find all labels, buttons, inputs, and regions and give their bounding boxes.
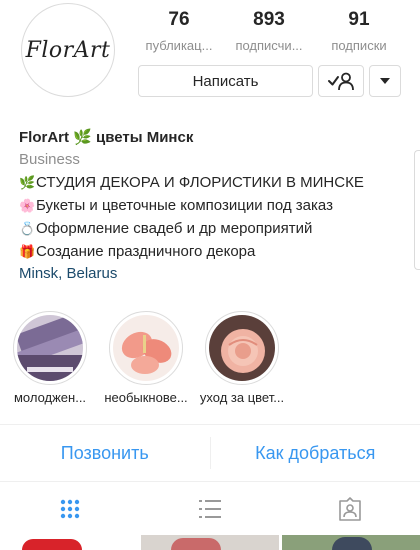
bio-line-text: Букеты и цветочные композиции под заказ xyxy=(36,197,333,214)
grid-post[interactable] xyxy=(141,535,279,550)
highlight-label: молоджен... xyxy=(13,390,87,405)
location-link[interactable]: Minsk, Belarus xyxy=(19,263,414,285)
profile-stats: 76 публикац... 893 подписчи... 91 подпис… xyxy=(134,8,404,60)
stat-posts-value: 76 xyxy=(168,9,190,30)
gift-icon: 🎁 xyxy=(19,244,36,259)
grid-icon xyxy=(60,499,80,519)
stat-followers[interactable]: 893 подписчи... xyxy=(224,8,314,60)
tab-grid[interactable] xyxy=(0,483,140,535)
ring-icon: 💍 xyxy=(19,221,36,236)
highlight-image-lavender xyxy=(17,315,83,381)
stat-posts-label: публикац... xyxy=(145,38,213,53)
stat-following[interactable]: 91 подписки xyxy=(314,8,404,60)
bio-line-text: Оформление свадеб и др мероприятий xyxy=(36,220,313,237)
profile-bio: FlorArt 🌿 цветы Минск Business 🌿СТУДИЯ Д… xyxy=(19,127,414,285)
profile-avatar[interactable]: FlorArt xyxy=(21,3,115,97)
bio-line: 🌸Букеты и цветочные композиции под заказ xyxy=(19,194,414,217)
grid-post[interactable] xyxy=(282,535,420,550)
highlight-label: необыкнове... xyxy=(104,390,188,405)
highlight-label: уход за цвет... xyxy=(199,390,285,405)
stat-followers-value: 893 xyxy=(253,9,285,30)
bio-line-text: Создание праздничного декора xyxy=(36,243,256,260)
tab-list[interactable] xyxy=(140,483,280,535)
highlight-image-anthurium xyxy=(113,315,179,381)
tagged-icon xyxy=(339,497,361,521)
grid-post[interactable] xyxy=(0,535,138,550)
stat-following-value: 91 xyxy=(348,9,370,30)
contact-action-bar: Позвонить Как добраться xyxy=(0,424,420,482)
highlight-item[interactable]: уход за цвет... xyxy=(194,311,290,405)
directions-button[interactable]: Как добраться xyxy=(211,425,420,481)
list-icon xyxy=(199,500,221,518)
highlight-ring xyxy=(205,311,279,385)
stat-followers-label: подписчи... xyxy=(235,38,303,53)
stat-posts[interactable]: 76 публикац... xyxy=(134,8,224,60)
highlight-item[interactable]: необыкнове... xyxy=(98,311,194,405)
highlight-item[interactable]: молоджен... xyxy=(2,311,98,405)
highlight-image-rose xyxy=(209,315,275,381)
chevron-down-icon xyxy=(380,78,390,84)
post-grid-preview xyxy=(0,535,420,550)
message-button[interactable]: Написать xyxy=(138,65,313,97)
highlight-ring xyxy=(109,311,183,385)
leaf-icon: 🌿 xyxy=(19,175,36,190)
highlight-ring xyxy=(13,311,87,385)
more-options-button[interactable] xyxy=(369,65,401,97)
bio-line: 🎁Создание праздничного декора xyxy=(19,240,414,263)
profile-name: FlorArt 🌿 цветы Минск xyxy=(19,129,194,146)
avatar-logo-text: FlorArt xyxy=(25,37,111,63)
profile-tabs xyxy=(0,483,420,535)
bio-line: 💍Оформление свадеб и др мероприятий xyxy=(19,217,414,240)
person-check-icon xyxy=(328,72,354,91)
profile-category: Business xyxy=(19,151,80,168)
scroll-edge xyxy=(414,150,420,270)
bio-line-text: СТУДИЯ ДЕКОРА И ФЛОРИСТИКИ В МИНСКЕ xyxy=(36,174,364,191)
story-highlights: молоджен... необыкнове... уход за цвет..… xyxy=(0,311,420,411)
blossom-icon: 🌸 xyxy=(19,198,36,213)
bio-line: 🌿СТУДИЯ ДЕКОРА И ФЛОРИСТИКИ В МИНСКЕ xyxy=(19,171,414,194)
following-button[interactable] xyxy=(318,65,364,97)
tab-tagged[interactable] xyxy=(280,483,420,535)
call-button[interactable]: Позвонить xyxy=(0,425,210,481)
stat-following-label: подписки xyxy=(331,38,387,53)
